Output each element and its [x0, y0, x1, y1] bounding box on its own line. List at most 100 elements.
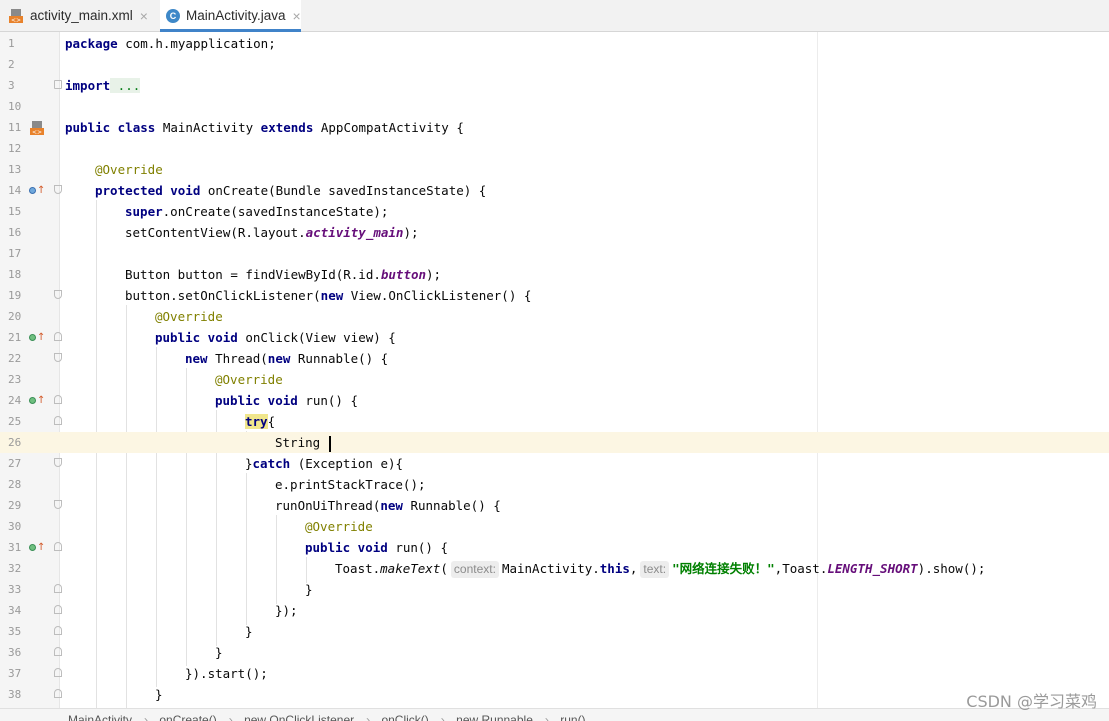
fold-marker-icon[interactable] — [54, 353, 62, 362]
code-token: MainActivity. — [501, 561, 600, 576]
keyword: protected void — [95, 183, 201, 198]
fold-marker-icon[interactable] — [54, 290, 62, 299]
code-token: } — [215, 645, 223, 660]
fold-marker-icon[interactable] — [54, 458, 62, 467]
keyword: this — [599, 561, 630, 576]
code-line[interactable]: 27 }catch (Exception e){ — [0, 453, 1109, 474]
keyword: import — [65, 78, 111, 93]
code-token: button.setOnClickListener( — [125, 288, 321, 303]
code-line[interactable]: 20 @Override — [0, 306, 1109, 327]
code-token: onClick(View view) { — [237, 330, 396, 345]
code-line[interactable]: 1 package com.h.myapplication; — [0, 33, 1109, 54]
code-text: String — [275, 432, 331, 453]
fold-marker-icon[interactable] — [54, 542, 62, 551]
annotation: @Override — [155, 309, 223, 324]
code-token: ( — [440, 561, 448, 576]
fold-marker-icon[interactable] — [54, 647, 62, 656]
line-number: 27 — [8, 457, 22, 470]
line-number: 18 — [8, 268, 22, 281]
implements-marker-icon[interactable]: ↑ — [29, 537, 45, 558]
code-line[interactable]: 31 ↑ public void run() { — [0, 537, 1109, 558]
fold-marker-icon[interactable] — [54, 584, 62, 593]
code-line[interactable]: 28 e.printStackTrace(); — [0, 474, 1109, 495]
code-line[interactable]: 36 } — [0, 642, 1109, 663]
code-token: MainActivity — [155, 120, 261, 135]
code-text: Button button = findViewById(R.id.button… — [125, 264, 441, 285]
implements-marker-icon[interactable]: ↑ — [29, 327, 45, 348]
code-text: Toast.makeText(context: MainActivity.this… — [335, 558, 985, 579]
code-line[interactable]: 25 try{ — [0, 411, 1109, 432]
code-text: } — [245, 621, 253, 642]
code-line[interactable]: 32 Toast.makeText(context: MainActivity.t… — [0, 558, 1109, 579]
fold-marker-icon[interactable] — [54, 605, 62, 614]
code-line[interactable]: 23 @Override — [0, 369, 1109, 390]
code-line[interactable]: 14 ↑ protected void onCreate(Bundle save… — [0, 180, 1109, 201]
close-icon[interactable]: × — [293, 8, 301, 24]
tab-main-activity-java[interactable]: C MainActivity.java × — [160, 0, 301, 32]
annotation: @Override — [215, 372, 283, 387]
line-number: 32 — [8, 562, 22, 575]
code-line[interactable]: 29 runOnUiThread(new Runnable() { — [0, 495, 1109, 516]
folded-imports[interactable]: ... — [110, 78, 141, 93]
line-number: 16 — [8, 226, 22, 239]
fold-marker-icon[interactable] — [54, 395, 62, 404]
override-marker-icon[interactable]: ↑ — [29, 180, 45, 201]
code-line[interactable]: 13 @Override — [0, 159, 1109, 180]
fold-marker-icon[interactable] — [54, 185, 62, 194]
fold-marker-icon[interactable] — [54, 332, 62, 341]
line-number: 28 — [8, 478, 22, 491]
svg-text:<>: <> — [32, 129, 42, 136]
code-token: onCreate(Bundle savedInstanceState) { — [200, 183, 487, 198]
close-icon[interactable]: × — [140, 8, 148, 24]
code-token: }).start(); — [185, 666, 268, 681]
code-line-current[interactable]: 26 String — [0, 432, 1109, 453]
code-token: ); — [426, 267, 442, 282]
fold-marker-icon[interactable] — [54, 500, 62, 509]
code-token: }); — [275, 603, 298, 618]
code-line[interactable]: 11 <> public class MainActivity extends … — [0, 117, 1109, 138]
code-line[interactable]: 2 — [0, 54, 1109, 75]
code-line[interactable]: 16 setContentView(R.layout.activity_main… — [0, 222, 1109, 243]
keyword: public void — [305, 540, 388, 555]
fold-marker-icon[interactable] — [54, 416, 62, 425]
code-token: runOnUiThread( — [275, 498, 381, 513]
code-line[interactable]: 10 — [0, 96, 1109, 117]
code-line[interactable]: 15 super.onCreate(savedInstanceState); — [0, 201, 1109, 222]
code-line[interactable]: 38 } — [0, 684, 1109, 705]
code-token: } — [305, 582, 313, 597]
line-number: 13 — [8, 163, 22, 176]
code-text: new Thread(new Runnable() { — [185, 348, 388, 369]
code-text: public void run() { — [215, 390, 358, 411]
line-number: 15 — [8, 205, 22, 218]
code-line[interactable]: 37 }).start(); — [0, 663, 1109, 684]
code-line[interactable]: 21 ↑ public void onClick(View view) { — [0, 327, 1109, 348]
implements-marker-icon[interactable]: ↑ — [29, 390, 45, 411]
code-line[interactable]: 12 — [0, 138, 1109, 159]
code-line[interactable]: 34 }); — [0, 600, 1109, 621]
code-line[interactable]: 30 @Override — [0, 516, 1109, 537]
line-number: 37 — [8, 667, 22, 680]
code-line[interactable]: 3 import ... — [0, 75, 1109, 96]
code-line[interactable]: 22 new Thread(new Runnable() { — [0, 348, 1109, 369]
layout-link-icon[interactable]: <> — [29, 117, 45, 138]
code-line[interactable]: 33 } — [0, 579, 1109, 600]
editor-tab-bar: <> activity_main.xml × C MainActivity.ja… — [0, 0, 1109, 32]
code-text: public class MainActivity extends AppCom… — [65, 117, 464, 138]
code-line[interactable]: 18 Button button = findViewById(R.id.but… — [0, 264, 1109, 285]
line-number: 21 — [8, 331, 22, 344]
keyword: new — [185, 351, 208, 366]
code-text: button.setOnClickListener(new View.OnCli… — [125, 285, 531, 306]
fold-marker-icon[interactable] — [54, 668, 62, 677]
tab-activity-main-xml[interactable]: <> activity_main.xml × — [8, 0, 148, 31]
code-line[interactable]: 17 — [0, 243, 1109, 264]
code-text: protected void onCreate(Bundle savedInst… — [95, 180, 486, 201]
code-line[interactable]: 19 button.setOnClickListener(new View.On… — [0, 285, 1109, 306]
fold-marker-icon[interactable] — [54, 80, 62, 89]
code-text: runOnUiThread(new Runnable() { — [275, 495, 501, 516]
code-line[interactable]: 35 } — [0, 621, 1109, 642]
code-line[interactable]: 24 ↑ public void run() { — [0, 390, 1109, 411]
line-number: 24 — [8, 394, 22, 407]
fold-marker-icon[interactable] — [54, 626, 62, 635]
fold-marker-icon[interactable] — [54, 689, 62, 698]
line-number: 23 — [8, 373, 22, 386]
